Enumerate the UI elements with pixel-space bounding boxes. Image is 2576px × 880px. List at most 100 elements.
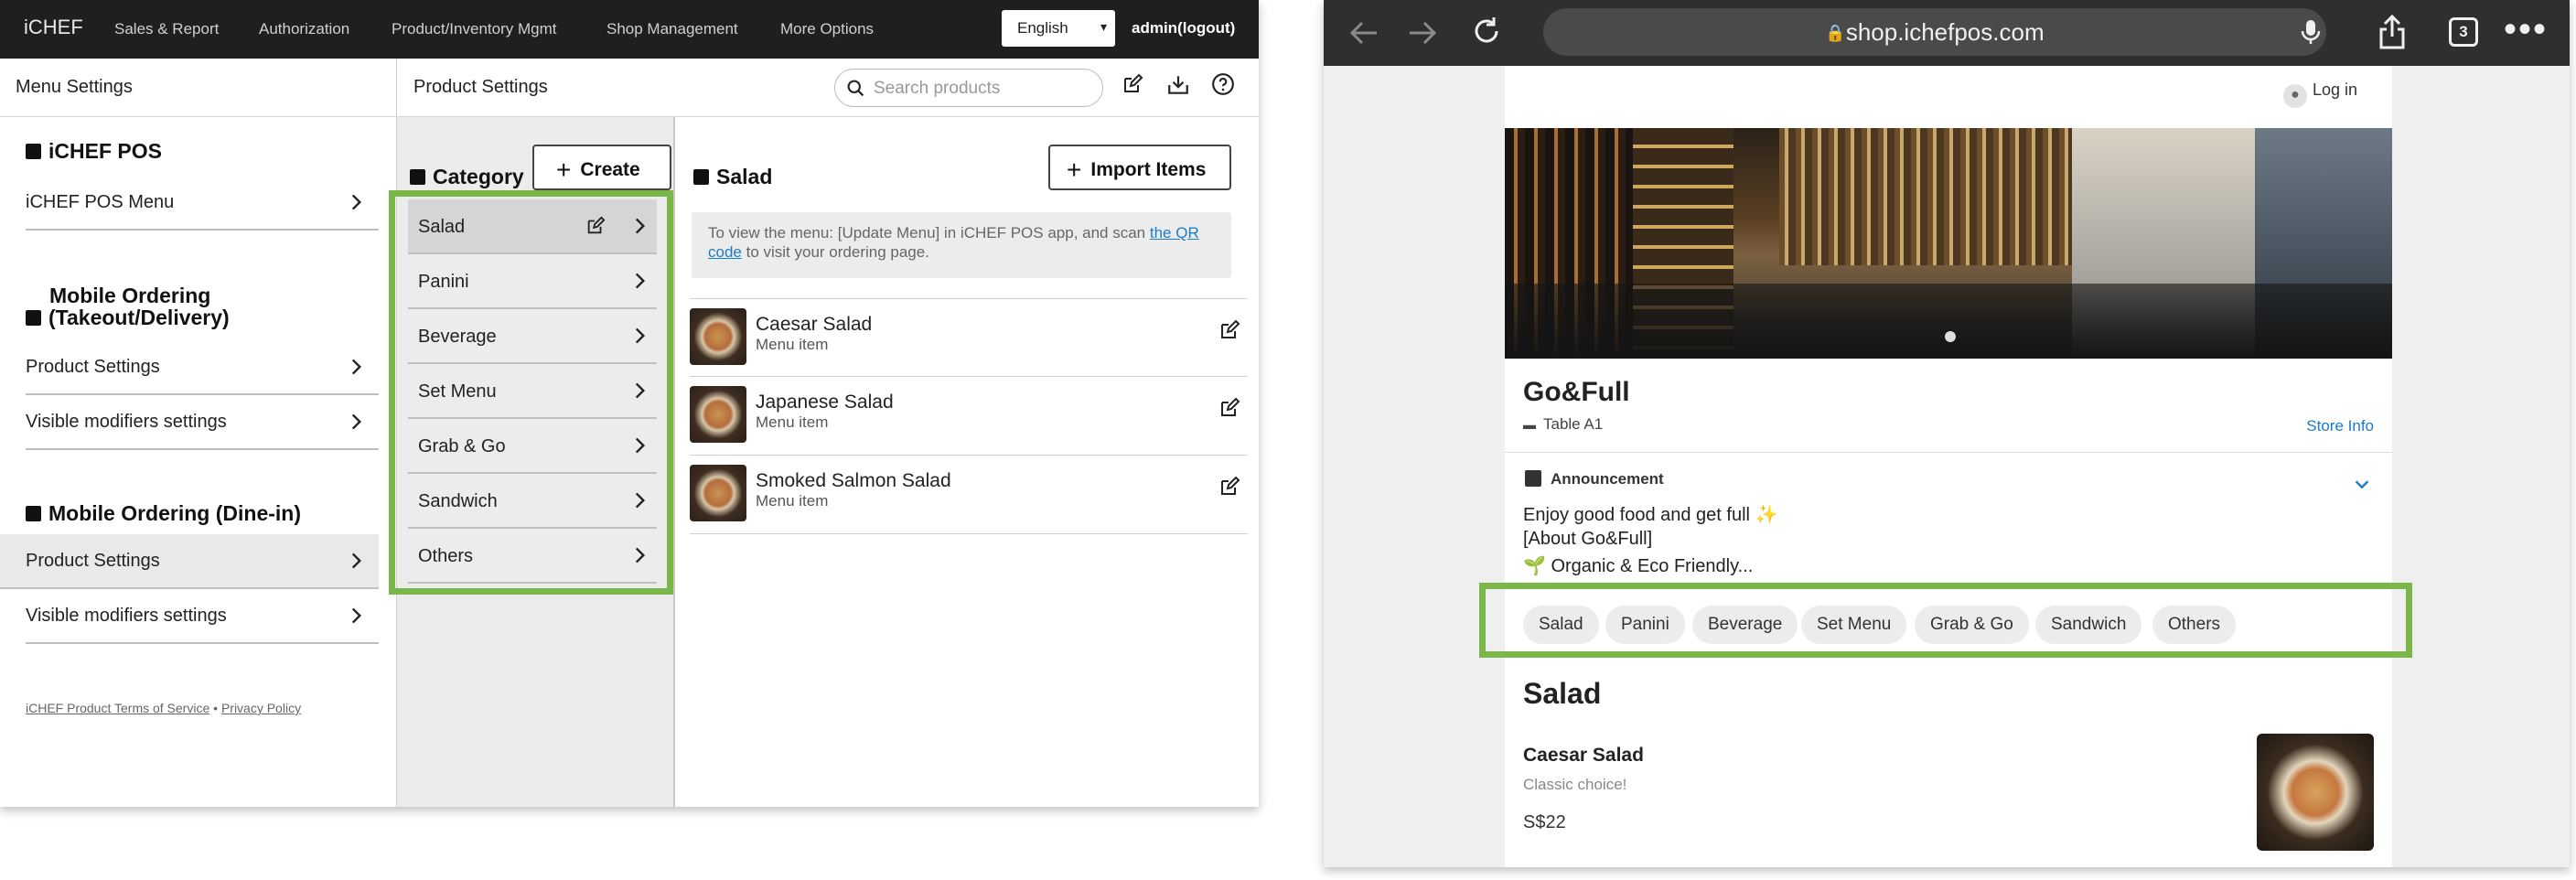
help-icon[interactable]	[1211, 72, 1235, 96]
chevron-right-icon	[628, 269, 651, 293]
url-text: shop.ichefpos.com	[1845, 18, 2045, 46]
create-category-button[interactable]: + Create	[532, 145, 671, 190]
announcement-line: Enjoy good food and get full ✨	[1523, 505, 1778, 525]
carousel-dot[interactable]	[1945, 331, 1956, 342]
announcement-icon	[1525, 470, 1541, 487]
category-row-others[interactable]: Others	[408, 529, 657, 584]
menu-row-label: iCHEF POS Menu	[26, 192, 175, 212]
square-bullet-icon	[693, 169, 709, 185]
login-label: Log in	[2312, 80, 2357, 99]
dine-section-label: Mobile Ordering (Dine-in)	[48, 501, 301, 525]
store-info-link[interactable]: Store Info	[2306, 417, 2374, 435]
menu-row-label: Product Settings	[26, 357, 160, 377]
footer-links: iCHEF Product Terms of Service • Privacy…	[26, 701, 301, 715]
items-pane: Salad + Import Items To view the menu: [U…	[675, 117, 1259, 807]
category-chip-sandwich[interactable]: Sandwich	[2035, 606, 2142, 644]
language-select[interactable]: English ▾	[1002, 10, 1115, 47]
shop-page: ● Log in Go&Full ▬ Table A1 Store Info Ann…	[1505, 66, 2392, 867]
category-chip-others[interactable]: Others	[2152, 606, 2237, 644]
chevron-right-icon	[344, 355, 368, 379]
category-chip-grab-go[interactable]: Grab & Go	[1915, 606, 2029, 644]
item-type: Menu item	[756, 413, 829, 431]
chevron-right-icon	[344, 190, 368, 214]
table-label: ▬ Table A1	[1523, 415, 1603, 434]
store-name: Go&Full	[1523, 377, 1630, 407]
nav-shop-management[interactable]: Shop Management	[606, 20, 738, 38]
chevron-right-icon	[628, 214, 651, 238]
terms-link[interactable]: iCHEF Product Terms of Service	[26, 701, 209, 715]
item-thumbnail	[690, 308, 746, 365]
edit-icon[interactable]	[585, 216, 606, 236]
chevron-down-icon[interactable]	[2352, 474, 2372, 494]
admin-logout-link[interactable]: admin(logout)	[1132, 19, 1235, 38]
edit-icon[interactable]	[1122, 73, 1143, 95]
tab-count: 3	[2459, 23, 2468, 40]
product-card[interactable]: Caesar Salad Classic choice! S$22	[1505, 724, 2392, 867]
product-settings-title: Product Settings	[413, 77, 548, 97]
menu-row-mo-product-settings[interactable]: Product Settings	[26, 340, 379, 395]
user-icon: ●	[2282, 84, 2307, 108]
more-options-icon[interactable]: •••	[2504, 9, 2548, 50]
menu-row-pos-menu[interactable]: iCHEF POS Menu	[26, 176, 379, 231]
edit-icon[interactable]	[1218, 397, 1240, 419]
search-placeholder: Search products	[874, 79, 1001, 98]
brand-logo[interactable]: iCHEF	[24, 16, 83, 39]
info-text-tail: to visit your ordering page.	[741, 243, 929, 261]
category-row-set-menu[interactable]: Set Menu	[408, 364, 657, 419]
mo-section-label: (Takeout/Delivery)	[48, 306, 230, 329]
category-chip-beverage[interactable]: Beverage	[1692, 606, 1798, 644]
item-type: Menu item	[756, 336, 829, 353]
square-bullet-icon	[410, 169, 425, 185]
lock-icon: 🔒	[1825, 24, 1846, 42]
items-section-title: Salad	[693, 165, 772, 189]
chevron-down-icon: ▾	[1100, 19, 1107, 34]
item-thumbnail	[690, 386, 746, 443]
import-label: Import Items	[1090, 159, 1207, 180]
product-image	[2257, 734, 2374, 851]
edit-icon[interactable]	[1218, 319, 1240, 341]
plus-icon: +	[1067, 156, 1082, 184]
browser-toolbar: 🔒shop.ichefpos.com 3 •••	[1324, 0, 2570, 66]
import-items-button[interactable]: + Import Items	[1048, 145, 1231, 190]
mo-section-title-line1: Mobile Ordering	[49, 284, 211, 307]
category-row-panini[interactable]: Panini	[408, 254, 657, 309]
product-name: Caesar Salad	[1523, 745, 1644, 766]
search-input[interactable]: Search products	[834, 69, 1103, 107]
nav-product-inventory[interactable]: Product/Inventory Mgmt	[392, 20, 556, 38]
login-button[interactable]: ● Log in	[2282, 80, 2357, 108]
nav-more-options[interactable]: More Options	[780, 20, 874, 38]
square-bullet-icon	[26, 506, 41, 521]
pos-section-title: iCHEF POS	[26, 139, 162, 164]
edit-icon[interactable]	[1218, 476, 1240, 498]
download-icon[interactable]	[1166, 73, 1190, 97]
category-row-grab-go[interactable]: Grab & Go	[408, 419, 657, 474]
privacy-link[interactable]: Privacy Policy	[221, 701, 301, 715]
forward-arrow-icon[interactable]	[1406, 18, 1439, 48]
category-row-beverage[interactable]: Beverage	[408, 309, 657, 364]
menu-row-dine-product-settings[interactable]: Product Settings	[0, 534, 379, 589]
category-row-sandwich[interactable]: Sandwich	[408, 474, 657, 529]
reload-icon[interactable]	[1470, 15, 1503, 48]
share-icon[interactable]	[2377, 13, 2407, 49]
microphone-icon[interactable]	[2301, 18, 2321, 46]
back-arrow-icon[interactable]	[1347, 18, 1380, 48]
category-row-salad[interactable]: Salad	[408, 199, 657, 254]
announcement-header[interactable]: Announcement	[1525, 470, 1664, 488]
footer-separator: •	[209, 701, 221, 715]
table-icon: ▬	[1523, 417, 1536, 432]
nav-sales-report[interactable]: Sales & Report	[114, 20, 219, 38]
item-row[interactable]: Smoked Salmon Salad Menu item	[690, 456, 1248, 534]
category-chip-salad[interactable]: Salad	[1523, 606, 1599, 644]
tab-count-button[interactable]: 3	[2449, 17, 2478, 47]
item-row[interactable]: Caesar Salad Menu item	[690, 298, 1248, 377]
menu-row-dine-visible-modifiers[interactable]: Visible modifiers settings	[26, 589, 379, 644]
item-row[interactable]: Japanese Salad Menu item	[690, 377, 1248, 456]
nav-authorization[interactable]: Authorization	[259, 20, 349, 38]
menu-row-mo-visible-modifiers[interactable]: Visible modifiers settings	[26, 395, 379, 450]
category-label: Panini	[418, 272, 469, 292]
category-title-label: Category	[433, 165, 524, 188]
category-chip-panini[interactable]: Panini	[1605, 606, 1685, 644]
address-bar[interactable]: 🔒shop.ichefpos.com	[1543, 8, 2326, 56]
plus-icon: +	[556, 156, 572, 184]
category-chip-set-menu[interactable]: Set Menu	[1801, 606, 1907, 644]
